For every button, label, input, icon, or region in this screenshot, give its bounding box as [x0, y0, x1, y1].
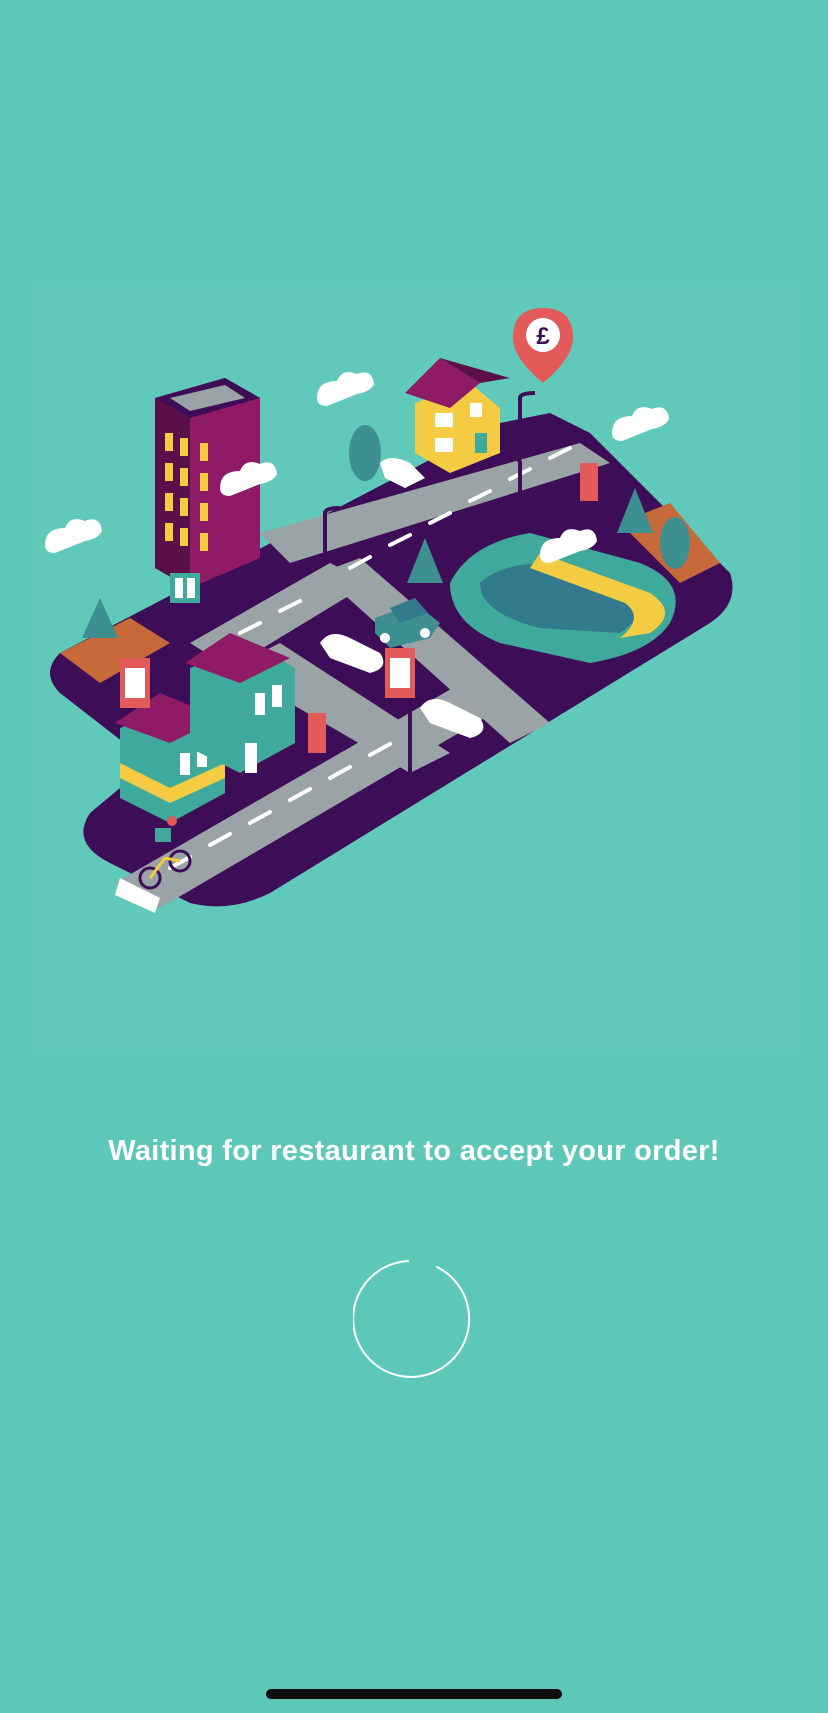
order-waiting-screen: £ Waiting for restaurant to accept your …	[0, 0, 828, 1713]
home-indicator[interactable]	[266, 1689, 562, 1699]
map-pin-icon: £	[513, 308, 573, 383]
loading-spinner-icon	[352, 1259, 473, 1379]
order-status-message: Waiting for restaurant to accept your or…	[108, 1135, 720, 1167]
city-delivery-illustration: £	[30, 283, 800, 1053]
svg-text:£: £	[536, 323, 550, 350]
